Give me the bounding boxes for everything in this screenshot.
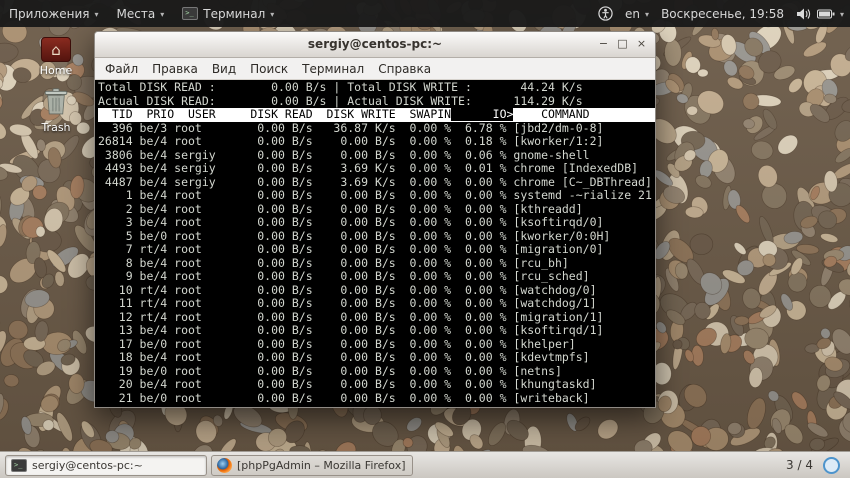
iotop-row-12: 12 rt/4 root 0.00 B/s 0.00 B/s 0.00 % 0.…	[98, 311, 655, 325]
workspace-pager[interactable]: 3 / 4	[786, 458, 813, 472]
minimize-button[interactable]: −	[594, 35, 613, 53]
iotop-header-row: TID PRIO USER DISK READ DISK WRITE SWAPI…	[98, 108, 655, 122]
iotop-header-sort-column: IO>	[451, 107, 513, 121]
iotop-rows: 396 be/3 root 0.00 B/s 36.87 K/s 0.00 % …	[98, 122, 655, 406]
iotop-row-5: 5 be/0 root 0.00 B/s 0.00 B/s 0.00 % 0.0…	[98, 230, 655, 244]
menu-item-2[interactable]: Правка	[145, 62, 205, 76]
menu-item-1[interactable]: Файл	[98, 62, 145, 76]
iotop-summary-line-1: Total DISK READ : 0.00 B/s | Total DISK …	[98, 81, 655, 95]
workspace-indicator-icon[interactable]	[823, 457, 840, 474]
taskbar-items: sergiy@centos-pc:~ [phpPgAdmin – Mozilla …	[5, 455, 786, 476]
taskbar-item-label: sergiy@centos-pc:~	[32, 459, 143, 472]
menu-item-6[interactable]: Справка	[371, 62, 438, 76]
desktop-icon-trash[interactable]: Trash	[28, 88, 84, 134]
panel-left: Приложения ▾ Места ▾ Терминал ▾	[0, 0, 283, 27]
iotop-row-26814: 26814 be/4 root 0.00 B/s 0.00 B/s 0.00 %…	[98, 135, 655, 149]
desktop-icon-label: Trash	[28, 121, 84, 134]
desktop-icon-label: Home	[28, 64, 84, 77]
iotop-header-right: COMMAND	[513, 107, 589, 121]
iotop-row-9: 9 be/4 root 0.00 B/s 0.00 B/s 0.00 % 0.0…	[98, 270, 655, 284]
menu-bar: ФайлПравкаВидПоискТерминалСправка	[95, 58, 655, 80]
iotop-row-7: 7 rt/4 root 0.00 B/s 0.00 B/s 0.00 % 0.0…	[98, 243, 655, 257]
taskbar-item-1[interactable]: sergiy@centos-pc:~	[5, 455, 207, 476]
trash-icon	[43, 88, 69, 115]
active-app-menu[interactable]: Терминал ▾	[173, 0, 283, 27]
iotop-row-21: 21 be/0 root 0.00 B/s 0.00 B/s 0.00 % 0.…	[98, 392, 655, 406]
iotop-row-3: 3 be/4 root 0.00 B/s 0.00 B/s 0.00 % 0.0…	[98, 216, 655, 230]
menu-item-3[interactable]: Вид	[205, 62, 243, 76]
titlebar[interactable]: sergiy@centos-pc:~ − □ ×	[95, 32, 655, 58]
accessibility-menu[interactable]	[592, 0, 619, 27]
iotop-row-3806: 3806 be/4 sergiy 0.00 B/s 0.00 B/s 0.00 …	[98, 149, 655, 163]
iotop-row-8: 8 be/4 root 0.00 B/s 0.00 B/s 0.00 % 0.0…	[98, 257, 655, 271]
iotop-row-19: 19 be/0 root 0.00 B/s 0.00 B/s 0.00 % 0.…	[98, 365, 655, 379]
iotop-row-17: 17 be/0 root 0.00 B/s 0.00 B/s 0.00 % 0.…	[98, 338, 655, 352]
applications-menu[interactable]: Приложения ▾	[0, 0, 108, 27]
maximize-button[interactable]: □	[613, 35, 632, 53]
taskbar-item-label: [phpPgAdmin – Mozilla Firefox]	[237, 459, 406, 472]
menu-item-4[interactable]: Поиск	[243, 62, 295, 76]
taskbar: sergiy@centos-pc:~ [phpPgAdmin – Mozilla …	[0, 451, 850, 478]
taskbar-item-2[interactable]: [phpPgAdmin – Mozilla Firefox]	[211, 455, 413, 476]
top-panel: Приложения ▾ Места ▾ Терминал ▾ en ▾ Вос…	[0, 0, 850, 27]
home-icon	[41, 37, 71, 62]
active-app-menu-label: Терминал	[203, 7, 265, 21]
window-controls: − □ ×	[594, 35, 651, 53]
firefox-icon	[217, 458, 232, 473]
applications-menu-label: Приложения	[9, 7, 90, 21]
terminal-output[interactable]: Total DISK READ : 0.00 B/s | Total DISK …	[95, 80, 655, 407]
iotop-header-left: TID PRIO USER DISK READ DISK WRITE SWAPI…	[98, 107, 451, 121]
iotop-row-18: 18 be/4 root 0.00 B/s 0.00 B/s 0.00 % 0.…	[98, 351, 655, 365]
input-source-menu[interactable]: en ▾	[619, 0, 655, 27]
iotop-row-20: 20 be/4 root 0.00 B/s 0.00 B/s 0.00 % 0.…	[98, 378, 655, 392]
places-menu-label: Места	[117, 7, 156, 21]
menu-item-5[interactable]: Терминал	[295, 62, 371, 76]
system-status-menu[interactable]: ▾	[790, 0, 850, 27]
iotop-row-396: 396 be/3 root 0.00 B/s 36.87 K/s 0.00 % …	[98, 122, 655, 136]
terminal-icon	[182, 7, 198, 20]
chevron-down-icon: ▾	[840, 10, 844, 19]
iotop-row-11: 11 rt/4 root 0.00 B/s 0.00 B/s 0.00 % 0.…	[98, 297, 655, 311]
iotop-summary-line-2: Actual DISK READ: 0.00 B/s | Actual DISK…	[98, 95, 655, 109]
iotop-row-10: 10 rt/4 root 0.00 B/s 0.00 B/s 0.00 % 0.…	[98, 284, 655, 298]
iotop-row-1: 1 be/4 root 0.00 B/s 0.00 B/s 0.00 % 0.0…	[98, 189, 655, 203]
iotop-row-4493: 4493 be/4 sergiy 0.00 B/s 3.69 K/s 0.00 …	[98, 162, 655, 176]
chevron-down-icon: ▾	[270, 10, 274, 19]
volume-icon	[796, 7, 812, 21]
window-title: sergiy@centos-pc:~	[95, 32, 655, 57]
chevron-down-icon: ▾	[160, 10, 164, 19]
chevron-down-icon: ▾	[95, 10, 99, 19]
panel-right: en ▾ Воскресенье, 19:58 ▾	[592, 0, 850, 27]
chevron-down-icon: ▾	[645, 10, 649, 19]
accessibility-icon	[598, 6, 613, 21]
clock[interactable]: Воскресенье, 19:58	[655, 0, 790, 27]
desktop-icon-home[interactable]: Home	[28, 37, 84, 77]
iotop-row-4487: 4487 be/4 sergiy 0.00 B/s 3.69 K/s 0.00 …	[98, 176, 655, 190]
terminal-icon	[11, 459, 27, 472]
iotop-row-2: 2 be/4 root 0.00 B/s 0.00 B/s 0.00 % 0.0…	[98, 203, 655, 217]
input-source-label: en	[625, 7, 640, 21]
battery-icon	[817, 8, 835, 20]
close-button[interactable]: ×	[632, 35, 651, 53]
iotop-row-13: 13 be/4 root 0.00 B/s 0.00 B/s 0.00 % 0.…	[98, 324, 655, 338]
places-menu[interactable]: Места ▾	[108, 0, 174, 27]
clock-label: Воскресенье, 19:58	[661, 7, 784, 21]
terminal-window: sergiy@centos-pc:~ − □ × ФайлПравкаВидПо…	[94, 31, 656, 408]
